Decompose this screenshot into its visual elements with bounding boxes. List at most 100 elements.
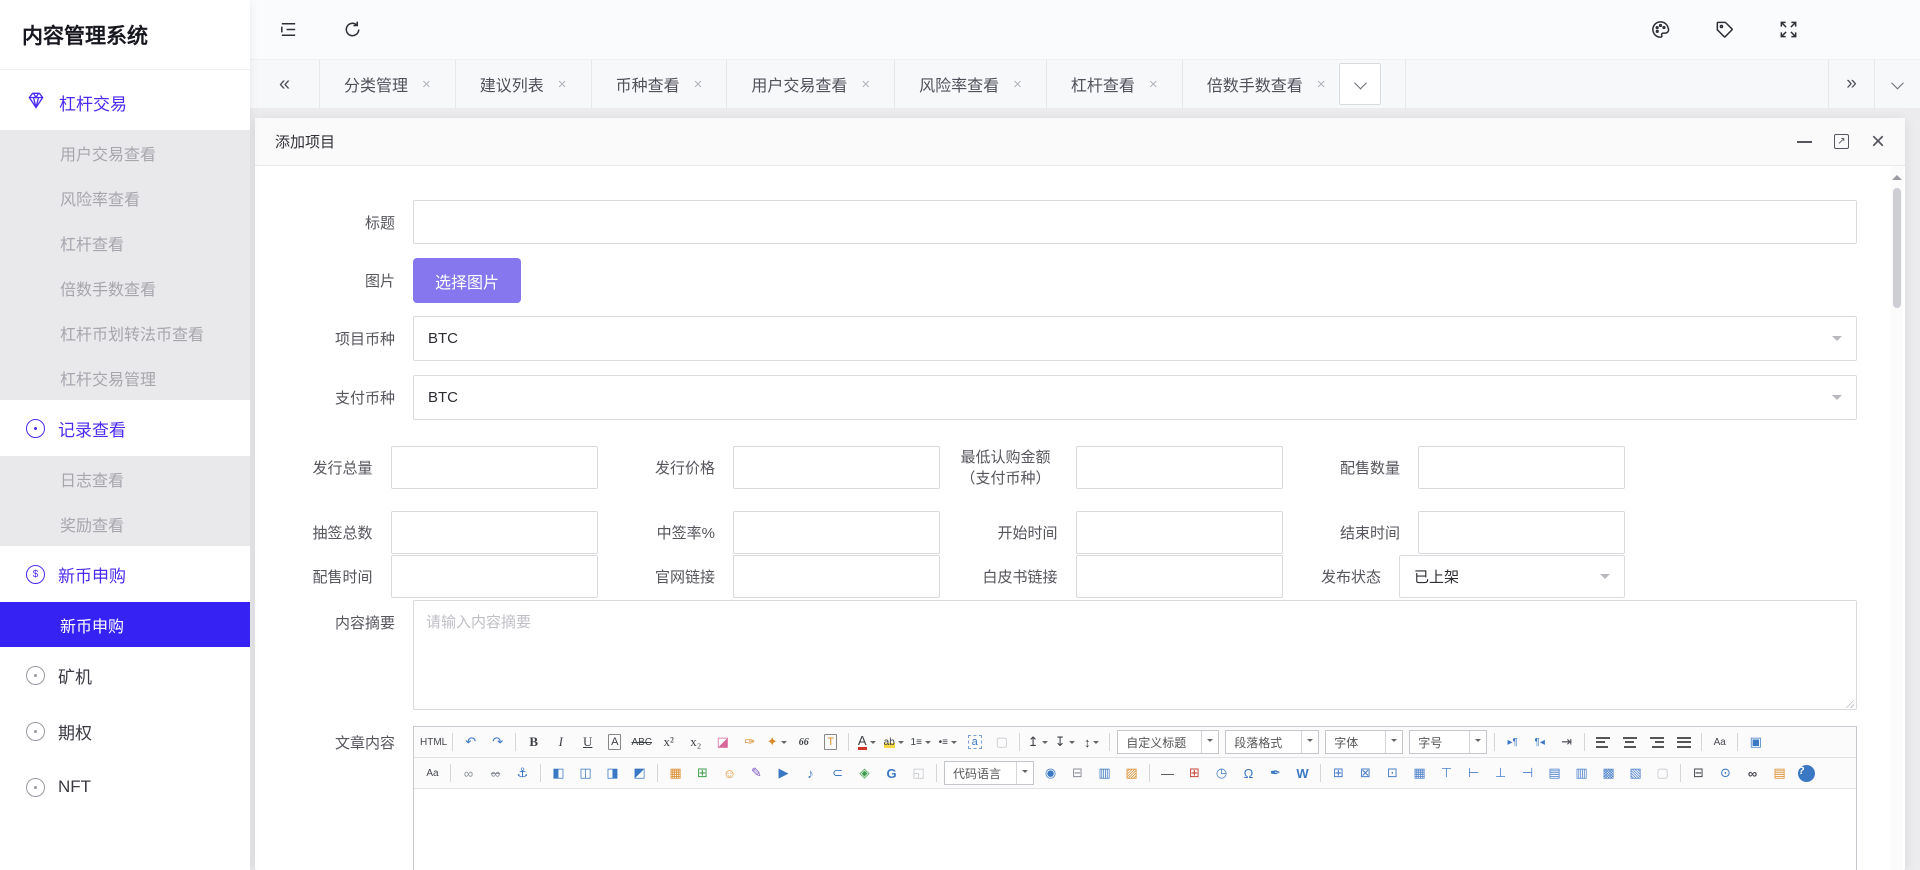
source-code-button[interactable]: HTML (420, 730, 447, 754)
maximize-button[interactable]: ↗ (1834, 134, 1849, 149)
custom-title-select[interactable]: 自定义标题 (1117, 730, 1219, 754)
collapse-menu-icon[interactable] (278, 19, 300, 41)
merge-right-button[interactable]: ▤ (1542, 761, 1567, 785)
undo-button[interactable]: ↶ (458, 730, 483, 754)
tabs-scroll-right-button[interactable]: » (1828, 60, 1874, 108)
insert-date-button[interactable]: ⊞ (1182, 761, 1207, 785)
sidebar-item-4[interactable]: 期权 (0, 703, 250, 759)
split-col-button[interactable]: ▧ (1623, 761, 1648, 785)
sidebar-subitem[interactable]: 倍数手数查看 (0, 265, 250, 310)
attachment-button[interactable]: ⊂ (825, 761, 850, 785)
comment-edit-button[interactable]: ✒ (1263, 761, 1288, 785)
close-button[interactable]: × (1871, 130, 1885, 154)
tab-风险率查看[interactable]: 风险率查看× (895, 60, 1047, 108)
drop-cap-button[interactable]: Aa (420, 761, 445, 785)
delete-col-button[interactable]: ⊣ (1515, 761, 1540, 785)
delete-row-button[interactable]: ⊥ (1488, 761, 1513, 785)
align-right-button[interactable] (1644, 730, 1669, 754)
editor-content[interactable] (414, 789, 1856, 870)
find-replace-button[interactable]: ∞ (1740, 761, 1765, 785)
video-button[interactable]: ▶ (771, 761, 796, 785)
project-coin-select[interactable]: BTC (413, 316, 1857, 361)
sidebar-item-0[interactable]: 杠杆交易 (0, 74, 250, 130)
field-input[interactable] (733, 446, 940, 489)
new-page-button[interactable]: ▢ (989, 730, 1014, 754)
split-row-button[interactable]: ▩ (1596, 761, 1621, 785)
insert-code-button[interactable]: ◉ (1038, 761, 1063, 785)
print-button[interactable]: ⊟ (1686, 761, 1711, 785)
word-import-button[interactable]: ▨ (1119, 761, 1144, 785)
tab-close-icon[interactable]: × (861, 76, 870, 93)
tab-杠杆查看[interactable]: 杠杆查看× (1047, 60, 1183, 108)
underline-button[interactable]: U (575, 730, 600, 754)
tab-close-icon[interactable]: × (422, 76, 431, 93)
paragraph-indent-button[interactable]: ↥ (1025, 730, 1050, 754)
scroll-up-icon[interactable] (1892, 170, 1902, 180)
choose-image-button[interactable]: 选择图片 (413, 258, 521, 303)
title-input[interactable] (413, 200, 1857, 244)
tab-close-icon[interactable]: × (1149, 76, 1158, 93)
tabs-scroll-left-button[interactable]: « (250, 60, 320, 108)
minimize-button[interactable] (1797, 141, 1812, 143)
help-button[interactable]: ? (1794, 761, 1819, 785)
tab-用户交易查看[interactable]: 用户交易查看× (727, 60, 895, 108)
cell-props-button[interactable]: ▦ (1407, 761, 1432, 785)
publish-status-select[interactable]: 已上架 (1399, 555, 1625, 598)
inline-code-button[interactable]: a (962, 730, 987, 754)
sidebar-item-2[interactable]: $新币申购 (0, 546, 250, 602)
delete-table-button[interactable]: ⊠ (1353, 761, 1378, 785)
graffiti-button[interactable]: ✎ (744, 761, 769, 785)
sidebar-item-3[interactable]: 矿机 (0, 647, 250, 703)
summary-textarea[interactable] (413, 600, 1857, 710)
google-map-button[interactable]: G (879, 761, 904, 785)
font-family-select[interactable]: 字体 (1325, 730, 1403, 754)
tab-close-icon[interactable]: × (558, 76, 567, 93)
strikethrough-button[interactable]: ABC (629, 730, 654, 754)
font-border-button[interactable]: A (602, 730, 627, 754)
special-char-button[interactable]: Ω (1236, 761, 1261, 785)
sidebar-subitem[interactable]: 奖励查看 (0, 501, 250, 546)
ltr-button[interactable]: ▸¶ (1500, 730, 1525, 754)
fullscreen-icon[interactable] (1778, 19, 1800, 41)
music-button[interactable]: ♪ (798, 761, 823, 785)
horizontal-rule-button[interactable]: — (1155, 761, 1180, 785)
theme-palette-icon[interactable] (1650, 19, 1672, 41)
sidebar-subitem[interactable]: 新币申购 (0, 602, 250, 647)
field-input[interactable] (391, 446, 598, 489)
search-button[interactable]: ⊙ (1713, 761, 1738, 785)
highlight-button[interactable]: ab (881, 730, 906, 754)
font-color-button[interactable]: A (854, 730, 879, 754)
paste-as-text-button[interactable]: T (818, 730, 843, 754)
image-block-button[interactable]: ◩ (627, 761, 652, 785)
sidebar-subitem[interactable]: 用户交易查看 (0, 130, 250, 175)
tab-倍数手数查看[interactable]: 倍数手数查看× (1183, 60, 1407, 108)
link-button[interactable]: ∞ (456, 761, 481, 785)
tag-icon[interactable] (1714, 19, 1736, 41)
word-paste-button[interactable]: W (1290, 761, 1315, 785)
auto-typeset-button[interactable]: ✦ (764, 730, 789, 754)
align-justify-button[interactable] (1671, 730, 1696, 754)
insert-time-button[interactable]: ◷ (1209, 761, 1234, 785)
insert-image-button[interactable]: ▦ (663, 761, 688, 785)
field-input[interactable] (1076, 446, 1283, 489)
insert-col-button[interactable]: ⊢ (1461, 761, 1486, 785)
tab-币种查看[interactable]: 币种查看× (592, 60, 728, 108)
map-button[interactable]: ◈ (852, 761, 877, 785)
sidebar-item-5[interactable]: NFT (0, 759, 250, 815)
field-input[interactable] (1418, 446, 1625, 489)
image-right-button[interactable]: ◨ (600, 761, 625, 785)
unordered-list-button[interactable]: •≡ (935, 730, 960, 754)
blockquote-button[interactable]: 66 (791, 730, 816, 754)
unlink-button[interactable]: ∞ (483, 761, 508, 785)
tab-建议列表[interactable]: 建议列表× (456, 60, 592, 108)
align-left-button[interactable] (1590, 730, 1615, 754)
rtl-button[interactable]: ¶◂ (1527, 730, 1552, 754)
bold-button[interactable]: B (521, 730, 546, 754)
modal-scrollbar[interactable] (1891, 166, 1903, 870)
italic-button[interactable]: I (548, 730, 573, 754)
eraser-button[interactable]: ◪ (710, 730, 735, 754)
subscript-button[interactable]: x₂ (683, 730, 708, 754)
sidebar-subitem[interactable]: 杠杆币划转法币查看 (0, 310, 250, 355)
image-album-button[interactable]: ⊞ (690, 761, 715, 785)
emoticon-button[interactable]: ☺ (717, 761, 742, 785)
